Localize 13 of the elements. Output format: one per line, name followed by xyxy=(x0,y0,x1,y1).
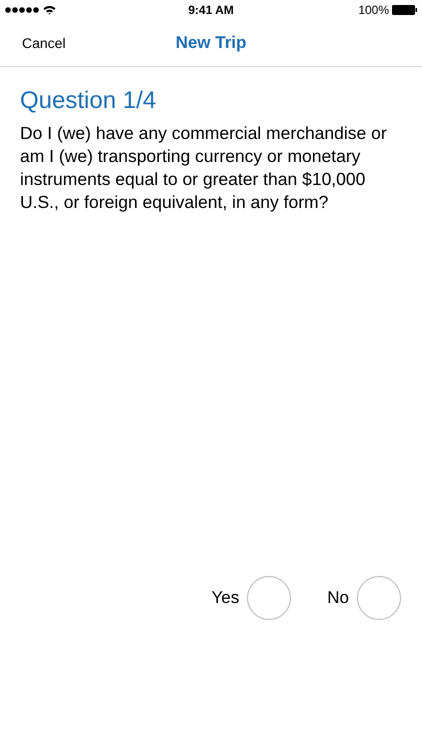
answer-label: No xyxy=(327,588,349,608)
battery-percent: 100% xyxy=(358,3,390,17)
wifi-icon xyxy=(43,5,56,15)
question-heading: Question 1/4 xyxy=(20,87,158,115)
battery-icon xyxy=(392,5,418,15)
radio-button[interactable] xyxy=(247,576,292,620)
answer-label: Yes xyxy=(212,588,240,608)
status-time: 9:41 AM xyxy=(188,3,234,17)
cancel-button[interactable]: Cancel xyxy=(0,35,66,51)
signal-icon xyxy=(5,7,39,13)
radio-button[interactable] xyxy=(357,576,401,620)
question-text: Do I (we) have any commercial merchandise or am I (we) transporting currency or monetary instruments equal to or greater than $10,000 U.S., or foreign equivalent, in any form? xyxy=(20,122,388,214)
nav-title: New Trip xyxy=(176,33,246,53)
